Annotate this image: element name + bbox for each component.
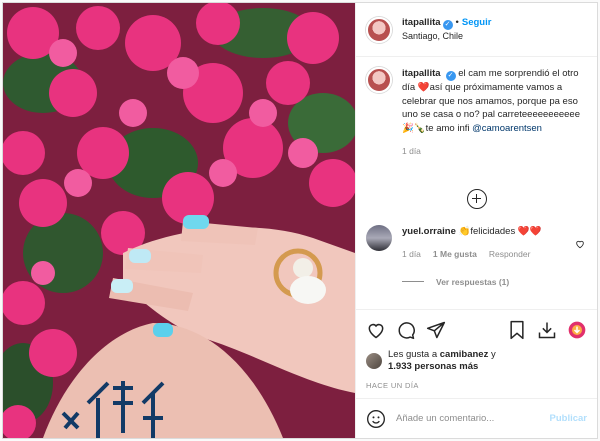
verified-badge-icon: ✓ bbox=[442, 20, 453, 30]
comment-body: yuel.orraine 👏felicidades ❤️❤️ 1 día 1 Me… bbox=[402, 225, 587, 261]
follow-button[interactable]: Seguir bbox=[462, 17, 492, 28]
comment-likes[interactable]: 1 Me gusta bbox=[433, 249, 477, 259]
plus-circle-icon[interactable] bbox=[466, 188, 487, 209]
publish-button[interactable]: Publicar bbox=[550, 413, 588, 424]
post-timestamp[interactable]: HACE UN DÍA bbox=[356, 373, 597, 398]
liker-avatar[interactable] bbox=[366, 353, 382, 369]
comment-input[interactable] bbox=[396, 413, 550, 424]
photo-illustration bbox=[3, 3, 355, 438]
caption-meta: 1 día bbox=[402, 145, 587, 159]
comment-heart-icon[interactable] bbox=[575, 239, 585, 249]
likes-text: Les gusta a camibanez y 1.933 personas m… bbox=[388, 349, 496, 373]
likes-connector: y bbox=[490, 349, 496, 360]
action-bar bbox=[356, 309, 597, 349]
caption-age[interactable]: 1 día bbox=[402, 146, 421, 156]
download-icon[interactable] bbox=[537, 320, 557, 340]
share-icon[interactable] bbox=[426, 320, 446, 340]
separator-dot: • bbox=[455, 17, 459, 28]
header-text: itapallita ✓ • Seguir Santiago, Chile bbox=[402, 16, 491, 43]
view-replies-label[interactable]: Ver respuestas (1) bbox=[436, 277, 509, 287]
view-replies[interactable]: Ver respuestas (1) bbox=[402, 277, 587, 287]
likes-first-user[interactable]: camibanez bbox=[440, 349, 489, 360]
caption-mention[interactable]: @camoarentsen bbox=[472, 123, 542, 134]
comment-item: yuel.orraine 👏felicidades ❤️❤️ 1 día 1 Me… bbox=[366, 224, 587, 261]
post-sidebar: itapallita ✓ • Seguir Santiago, Chile itapa… bbox=[355, 3, 597, 438]
commenter-avatar[interactable] bbox=[366, 224, 392, 251]
post-location[interactable]: Santiago, Chile bbox=[402, 30, 491, 43]
reply-button[interactable]: Responder bbox=[489, 249, 531, 259]
post-photo[interactable] bbox=[3, 3, 355, 438]
caption-username[interactable]: itapallita bbox=[402, 68, 441, 79]
add-comment-bar: Publicar bbox=[356, 398, 597, 438]
heart-icon[interactable] bbox=[366, 320, 386, 340]
comment-icon[interactable] bbox=[396, 320, 416, 340]
comment-text: 👏felicidades ❤️❤️ bbox=[458, 225, 542, 237]
caption-body: itapallita ✓ el cam me sorprendió el otro… bbox=[402, 67, 587, 159]
caption-avatar[interactable] bbox=[366, 67, 392, 93]
likes-prefix: Les gusta a bbox=[388, 349, 438, 360]
post-card: itapallita ✓ • Seguir Santiago, Chile itapa… bbox=[2, 2, 598, 439]
comments-area: itapallita ✓ el cam me sorprendió el otro… bbox=[356, 57, 597, 309]
bookmark-icon[interactable] bbox=[507, 320, 527, 340]
comment-age[interactable]: 1 día bbox=[402, 249, 421, 259]
post-header: itapallita ✓ • Seguir Santiago, Chile bbox=[356, 3, 597, 57]
comment-meta: 1 día 1 Me gusta Responder bbox=[402, 248, 587, 261]
emoji-icon[interactable] bbox=[366, 409, 386, 429]
load-more-comments[interactable] bbox=[366, 188, 587, 209]
author-username[interactable]: itapallita bbox=[402, 17, 441, 28]
likes-row: Les gusta a camibanez y 1.933 personas m… bbox=[356, 349, 597, 373]
verified-badge-icon: ✓ bbox=[445, 71, 456, 81]
author-avatar[interactable] bbox=[366, 16, 392, 43]
caption: itapallita ✓ el cam me sorprendió el otro… bbox=[366, 67, 587, 159]
likes-others[interactable]: 1.933 personas más bbox=[388, 361, 478, 372]
commenter-username[interactable]: yuel.orraine bbox=[402, 226, 456, 237]
extension-icon[interactable] bbox=[567, 320, 587, 340]
replies-line bbox=[402, 281, 424, 282]
